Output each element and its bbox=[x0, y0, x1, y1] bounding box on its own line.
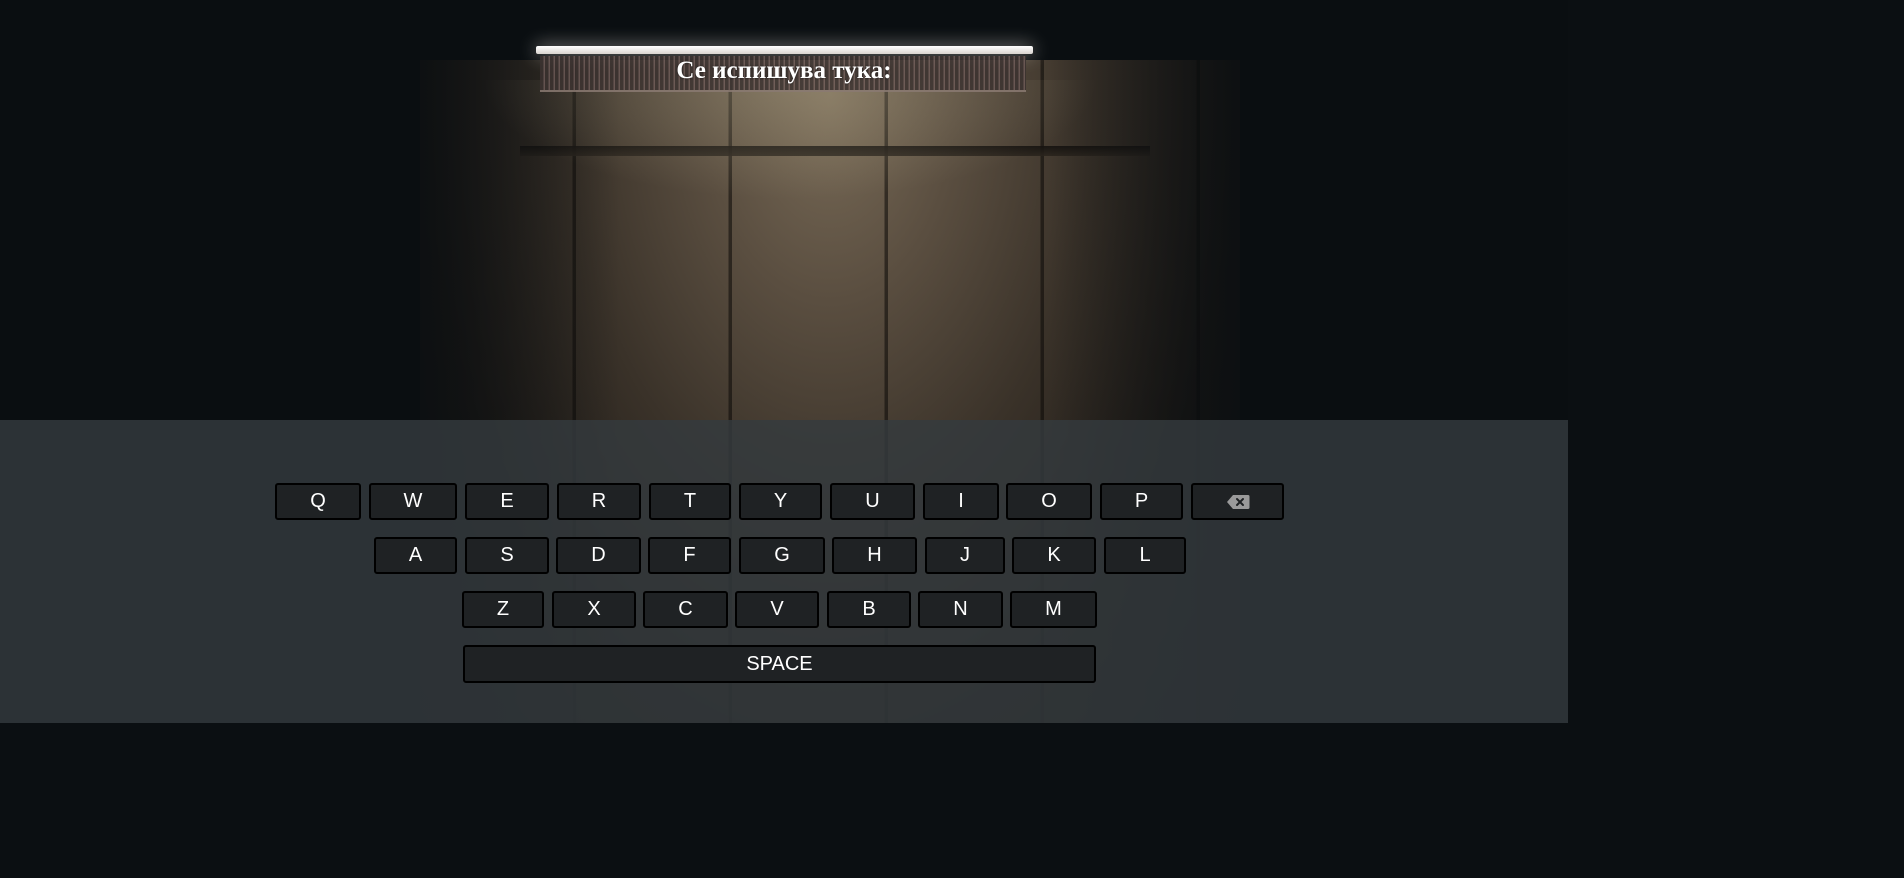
space-key[interactable]: SPACE bbox=[463, 645, 1096, 683]
key-w[interactable]: W bbox=[369, 483, 457, 520]
key-r[interactable]: R bbox=[557, 483, 641, 520]
key-i[interactable]: I bbox=[923, 483, 999, 520]
key-y[interactable]: Y bbox=[739, 483, 822, 520]
key-s[interactable]: S bbox=[465, 537, 549, 574]
virtual-keyboard: Q W E R T Y U I O P A S D F G H J K L Z … bbox=[0, 420, 1568, 723]
key-l[interactable]: L bbox=[1104, 537, 1186, 574]
lamp-glow bbox=[480, 80, 1100, 200]
key-k[interactable]: K bbox=[1012, 537, 1096, 574]
key-h[interactable]: H bbox=[832, 537, 917, 574]
key-c[interactable]: C bbox=[643, 591, 728, 628]
backspace-icon bbox=[1226, 494, 1250, 510]
key-f[interactable]: F bbox=[648, 537, 731, 574]
key-a[interactable]: A bbox=[374, 537, 457, 574]
key-t[interactable]: T bbox=[649, 483, 731, 520]
ceiling-lamp bbox=[536, 46, 1033, 54]
output-heading: Се испишува тука: bbox=[676, 57, 892, 84]
key-v[interactable]: V bbox=[735, 591, 819, 628]
key-o[interactable]: O bbox=[1006, 483, 1092, 520]
key-u[interactable]: U bbox=[830, 483, 915, 520]
key-q[interactable]: Q bbox=[275, 483, 361, 520]
key-x[interactable]: X bbox=[552, 591, 636, 628]
app-screen: Се испишува тука: Q W E R T Y U I O P A … bbox=[0, 0, 1568, 723]
key-m[interactable]: M bbox=[1010, 591, 1097, 628]
key-d[interactable]: D bbox=[556, 537, 641, 574]
backspace-key[interactable] bbox=[1191, 483, 1284, 520]
key-b[interactable]: B bbox=[827, 591, 911, 628]
key-g[interactable]: G bbox=[739, 537, 825, 574]
key-j[interactable]: J bbox=[925, 537, 1005, 574]
key-e[interactable]: E bbox=[465, 483, 549, 520]
key-z[interactable]: Z bbox=[462, 591, 544, 628]
key-p[interactable]: P bbox=[1100, 483, 1183, 520]
key-n[interactable]: N bbox=[918, 591, 1003, 628]
